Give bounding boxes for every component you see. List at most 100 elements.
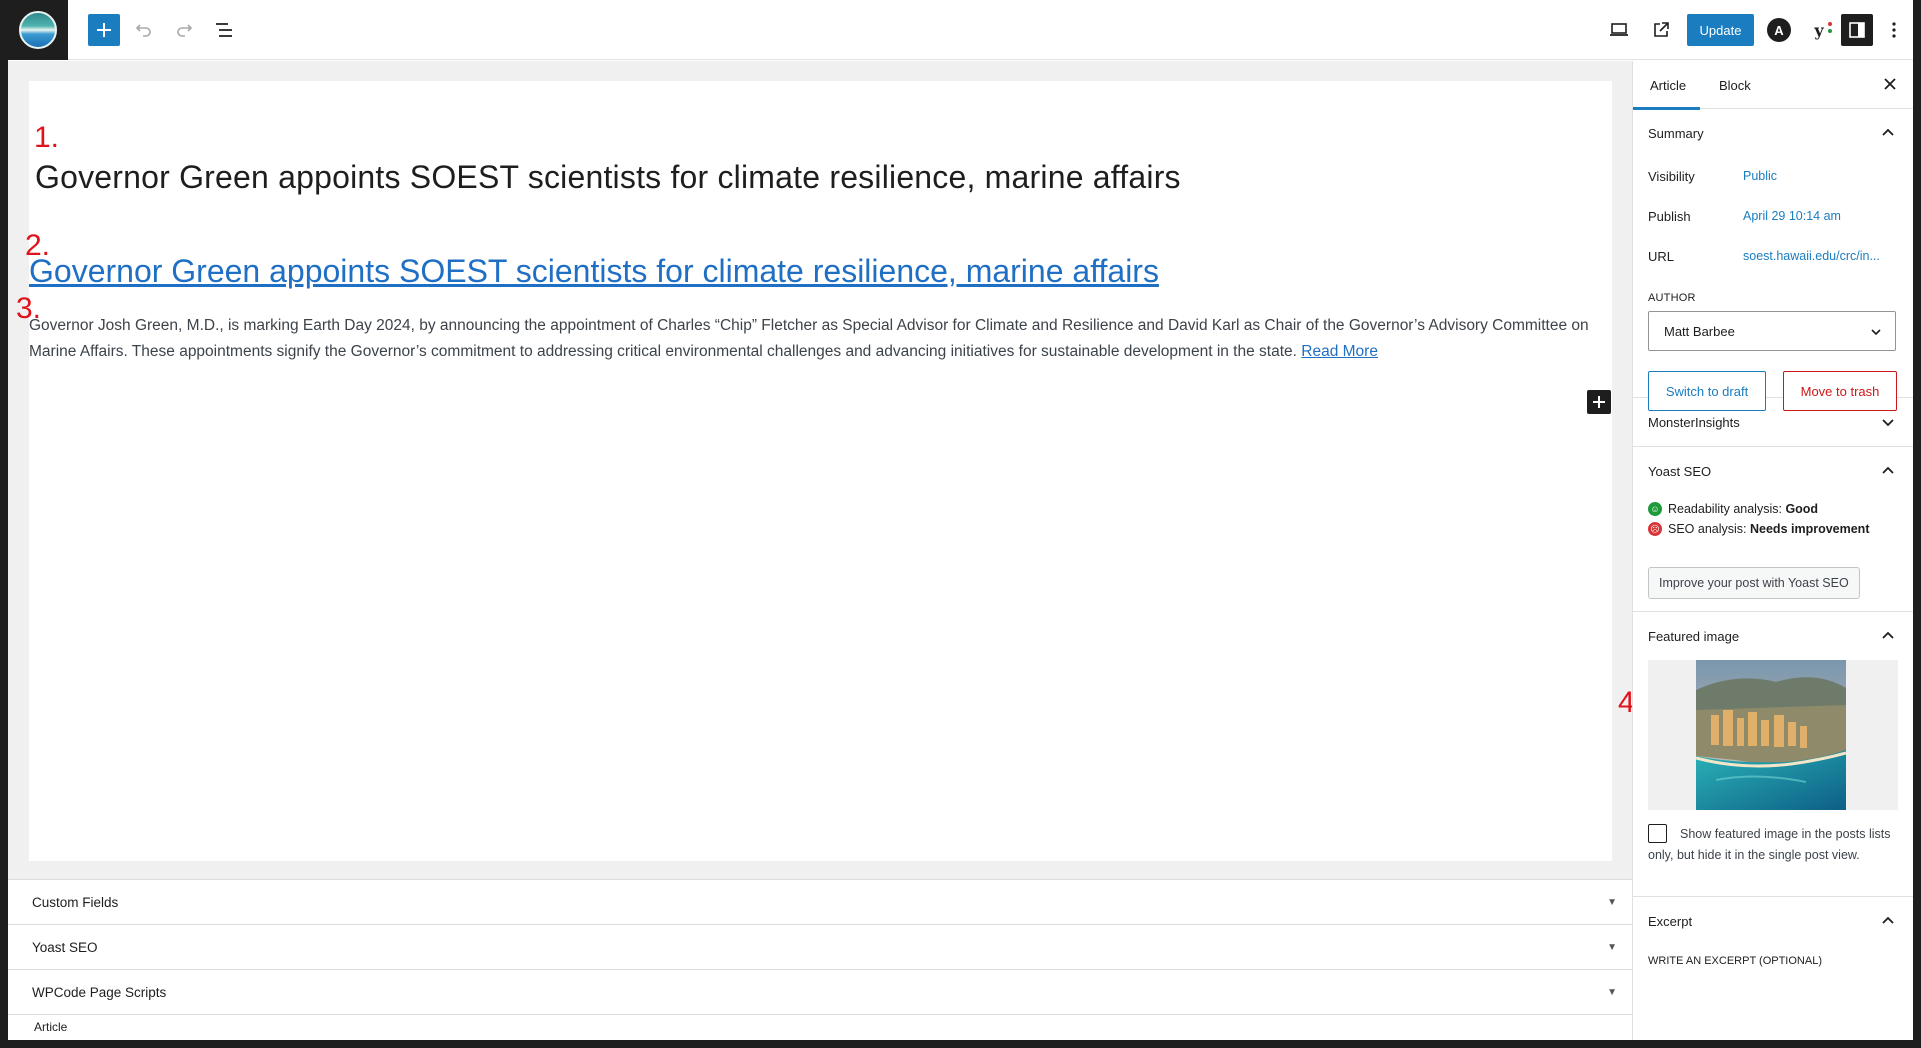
chevron-up-icon	[1882, 466, 1894, 474]
external-link-icon	[1654, 22, 1669, 37]
excerpt-field-label: WRITE AN EXCERPT (OPTIONAL)	[1648, 955, 1822, 967]
featured-image-panel: Featured image Show featured image in th…	[1633, 612, 1913, 897]
block-inserter-button[interactable]	[88, 14, 120, 46]
meta-boxes: Custom Fields ▼ Yoast SEO ▼ WPCode Page …	[8, 879, 1632, 1040]
chevron-down-icon	[1882, 419, 1894, 427]
readability-label: Readability analysis:	[1668, 502, 1782, 516]
desktop-icon	[1610, 23, 1628, 36]
panel-title: Summary	[1648, 125, 1704, 141]
chevron-up-icon	[1882, 128, 1894, 136]
smiley-good-icon: ☺	[1648, 502, 1662, 516]
yoast-seo-body: ☺ Readability analysis: Good ☹ SEO analy…	[1633, 497, 1913, 613]
top-toolbar: Update A y	[8, 0, 1913, 60]
chevron-up-icon	[1882, 631, 1894, 639]
close-icon	[1884, 78, 1896, 90]
sidebar-icon	[1849, 22, 1865, 38]
sidebar-tabs: Article Block	[1633, 61, 1913, 110]
publish-value[interactable]: April 29 10:14 am	[1743, 209, 1841, 223]
astra-icon: A	[1767, 18, 1791, 42]
update-button[interactable]: Update	[1687, 14, 1754, 46]
publish-row: Publish April 29 10:14 am	[1633, 197, 1913, 237]
metabox-title: Yoast SEO	[32, 939, 98, 955]
preview-button[interactable]	[1603, 14, 1635, 46]
yoast-seo-panel: Yoast SEO ☺ Readability analysis: Good ☹…	[1633, 447, 1913, 612]
author-label: AUTHOR	[1648, 292, 1696, 304]
waikiki-aerial-image	[1696, 660, 1846, 810]
panel-title: Featured image	[1648, 628, 1740, 644]
metabox-yoast-seo[interactable]: Yoast SEO ▼	[8, 924, 1632, 969]
undo-button[interactable]	[128, 14, 160, 46]
tab-block[interactable]: Block	[1719, 61, 1751, 109]
editor-frame: Update A y 1. Governor Green appoints SO…	[8, 0, 1913, 1040]
metabox-title: WPCode Page Scripts	[32, 984, 167, 1000]
excerpt-panel: Excerpt WRITE AN EXCERPT (OPTIONAL)	[1633, 897, 1913, 987]
settings-toggle-button[interactable]	[1841, 14, 1873, 46]
url-label: URL	[1648, 249, 1675, 264]
summary-panel-header[interactable]: Summary	[1633, 109, 1913, 157]
panel-title: MonsterInsights	[1648, 414, 1740, 430]
panel-title: Yoast SEO	[1648, 463, 1712, 479]
chevron-up-icon	[1882, 916, 1894, 924]
url-value[interactable]: soest.hawaii.edu/crc/in...	[1743, 249, 1880, 263]
tab-article[interactable]: Article	[1633, 61, 1701, 110]
options-menu-button[interactable]	[1878, 14, 1910, 46]
metabox-title: Custom Fields	[32, 894, 119, 910]
visibility-row: Visibility Public	[1633, 157, 1913, 197]
summary-panel: Summary Visibility Public Publish April …	[1633, 109, 1913, 411]
smiley-bad-icon: ☹	[1648, 522, 1662, 536]
visibility-value[interactable]: Public	[1743, 169, 1777, 183]
featured-image-body: Show featured image in the posts lists o…	[1633, 660, 1913, 896]
yoast-icon: y	[1814, 20, 1824, 40]
triangle-down-icon[interactable]: ▼	[1607, 942, 1617, 953]
settings-sidebar: Article Block Summary Visibility Public …	[1632, 61, 1913, 1040]
panel-title: Excerpt	[1648, 913, 1693, 929]
monsterinsights-panel-header[interactable]: MonsterInsights	[1633, 398, 1913, 446]
yoast-seo-button[interactable]: y	[1803, 14, 1835, 46]
post-excerpt-paragraph[interactable]: Governor Josh Green, M.D., is marking Ea…	[29, 313, 1615, 365]
featured-image-preview[interactable]	[1648, 660, 1898, 810]
monsterinsights-panel: MonsterInsights	[1633, 398, 1913, 447]
site-logo[interactable]	[8, 0, 68, 60]
undo-icon	[135, 24, 151, 37]
featured-image	[1696, 660, 1846, 810]
close-sidebar-button[interactable]	[1883, 75, 1897, 95]
yoast-score-dots	[1828, 22, 1832, 36]
author-section: AUTHOR Matt Barbee Switch to draft Move …	[1633, 277, 1913, 417]
yoast-seo-panel-header[interactable]: Yoast SEO	[1633, 447, 1913, 495]
post-title[interactable]: Governor Green appoints SOEST scientists…	[35, 159, 1181, 196]
seo-value: Needs improvement	[1750, 522, 1870, 536]
readability-value: Good	[1785, 502, 1819, 516]
add-block-button[interactable]	[1587, 390, 1611, 414]
visibility-label: Visibility	[1648, 169, 1695, 184]
excerpt-panel-header[interactable]: Excerpt	[1633, 897, 1913, 945]
redo-button[interactable]	[168, 14, 200, 46]
more-vertical-icon	[1892, 22, 1896, 38]
seo-analysis: ☹ SEO analysis: Needs improvement	[1633, 517, 1913, 541]
chevron-down-icon	[1871, 329, 1881, 336]
seo-label: SEO analysis:	[1668, 522, 1747, 536]
block-breadcrumb: Article	[8, 1014, 1632, 1038]
hide-featured-image-label: Show featured image in the posts lists o…	[1648, 827, 1891, 862]
publish-label: Publish	[1648, 209, 1691, 224]
read-more-link[interactable]: Read More	[1301, 343, 1378, 360]
plus-icon	[1593, 396, 1605, 408]
editor-canvas[interactable]	[29, 81, 1612, 861]
author-select[interactable]: Matt Barbee	[1648, 311, 1896, 351]
featured-image-panel-header[interactable]: Featured image	[1633, 612, 1913, 660]
triangle-down-icon[interactable]: ▼	[1607, 987, 1617, 998]
breadcrumb-item[interactable]: Article	[34, 1020, 67, 1034]
astra-settings-button[interactable]: A	[1763, 14, 1795, 46]
plus-icon	[97, 23, 111, 37]
post-title-link[interactable]: Governor Green appoints SOEST scientists…	[29, 253, 1159, 290]
view-post-button[interactable]	[1645, 14, 1677, 46]
document-overview-button[interactable]	[208, 14, 240, 46]
url-row: URL soest.hawaii.edu/crc/in...	[1633, 237, 1913, 277]
annotation-1: 1.	[34, 121, 60, 154]
improve-post-yoast-button[interactable]: Improve your post with Yoast SEO	[1648, 567, 1860, 599]
metabox-wpcode-page-scripts[interactable]: WPCode Page Scripts ▼	[8, 969, 1632, 1014]
list-view-icon	[216, 23, 232, 37]
metabox-custom-fields[interactable]: Custom Fields ▼	[8, 879, 1632, 924]
redo-icon	[177, 24, 193, 37]
triangle-down-icon[interactable]: ▼	[1607, 897, 1617, 908]
site-logo-icon	[19, 11, 57, 49]
